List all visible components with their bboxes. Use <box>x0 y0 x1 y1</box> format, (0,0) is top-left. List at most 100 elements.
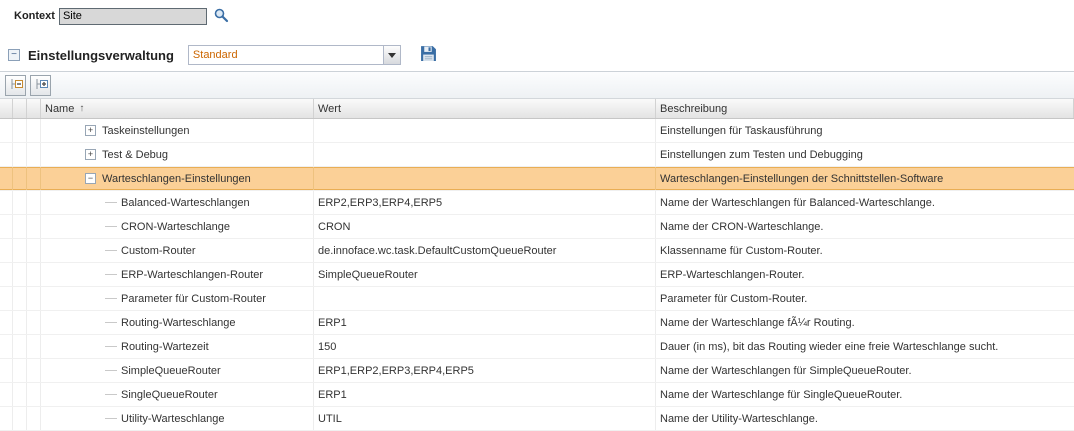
wert-cell: CRON <box>314 215 656 238</box>
row-name: SimpleQueueRouter <box>121 365 221 377</box>
preset-value: Standard <box>189 46 383 64</box>
section-bar: Einstellungsverwaltung Standard <box>8 44 439 66</box>
table-row-selected[interactable]: Warteschlangen-Einstellungen Warteschlan… <box>0 167 1074 191</box>
wert-cell: de.innoface.wc.task.DefaultCustomQueueRo… <box>314 239 656 262</box>
context-label: Kontext <box>14 10 55 22</box>
table-row[interactable]: SingleQueueRouter ERP1 Name der Wartesch… <box>0 383 1074 407</box>
wert-cell: SimpleQueueRouter <box>314 263 656 286</box>
beschreibung-cell: Klassenname für Custom-Router. <box>656 239 1074 262</box>
settings-page: Kontext Einstellungsverwaltung Standard <box>0 0 1074 431</box>
name-cell: Routing-Wartezeit <box>41 335 314 358</box>
beschreibung-cell: ERP-Warteschlangen-Router. <box>656 263 1074 286</box>
tree-elbow <box>105 370 117 371</box>
context-bar: Kontext <box>14 6 231 26</box>
table-row[interactable]: ERP-Warteschlangen-Router SimpleQueueRou… <box>0 263 1074 287</box>
row-name: Custom-Router <box>121 245 196 257</box>
name-cell: SimpleQueueRouter <box>41 359 314 382</box>
wert-cell <box>314 119 656 142</box>
row-name: Routing-Warteschlange <box>121 317 236 329</box>
column-header-name[interactable]: Name <box>41 99 314 118</box>
beschreibung-cell: Dauer (in ms), bit das Routing wieder ei… <box>656 335 1074 358</box>
sort-ascending-icon <box>79 103 84 114</box>
beschreibung-cell: Warteschlangen-Einstellungen der Schnitt… <box>656 167 1074 190</box>
table-row[interactable]: Parameter für Custom-Router Parameter fü… <box>0 287 1074 311</box>
table-row[interactable]: CRON-Warteschlange CRON Name der CRON-Wa… <box>0 215 1074 239</box>
row-name: Balanced-Warteschlangen <box>121 197 250 209</box>
table-row[interactable]: Routing-Warteschlange ERP1 Name der Wart… <box>0 311 1074 335</box>
row-name: ERP-Warteschlangen-Router <box>121 269 263 281</box>
beschreibung-cell: Name der Warteschlange für SingleQueueRo… <box>656 383 1074 406</box>
expand-all-button[interactable] <box>30 75 51 96</box>
expand-icon[interactable] <box>85 125 96 136</box>
wert-cell: UTIL <box>314 407 656 430</box>
combo-dropdown-trigger[interactable] <box>383 46 400 64</box>
table-row[interactable]: Custom-Router de.innoface.wc.task.Defaul… <box>0 239 1074 263</box>
name-cell: Routing-Warteschlange <box>41 311 314 334</box>
wert-cell: ERP1,ERP2,ERP3,ERP4,ERP5 <box>314 359 656 382</box>
name-cell: SingleQueueRouter <box>41 383 314 406</box>
grid-toolbar <box>0 72 1074 99</box>
beschreibung-cell: Name der Utility-Warteschlange. <box>656 407 1074 430</box>
expand-all-icon <box>34 77 48 94</box>
beschreibung-cell: Name der Warteschlange fÃ¼r Routing. <box>656 311 1074 334</box>
name-cell: Utility-Warteschlange <box>41 407 314 430</box>
row-name: Utility-Warteschlange <box>121 413 225 425</box>
column-header-wert[interactable]: Wert <box>314 99 656 118</box>
wert-cell: ERP1 <box>314 383 656 406</box>
collapse-panel-icon[interactable] <box>8 49 20 61</box>
name-cell: ERP-Warteschlangen-Router <box>41 263 314 286</box>
expand-icon[interactable] <box>85 149 96 160</box>
name-cell: CRON-Warteschlange <box>41 215 314 238</box>
save-button[interactable] <box>418 45 439 66</box>
table-row[interactable]: SimpleQueueRouter ERP1,ERP2,ERP3,ERP4,ER… <box>0 359 1074 383</box>
tree-elbow <box>105 418 117 419</box>
settings-grid: Name Wert Beschreibung Taskeinstellungen <box>0 99 1074 431</box>
gutter-header <box>27 99 41 118</box>
wert-cell <box>314 167 656 190</box>
tree-elbow <box>105 322 117 323</box>
name-cell: Warteschlangen-Einstellungen <box>41 167 314 190</box>
tree-elbow <box>105 394 117 395</box>
context-input[interactable] <box>59 8 207 25</box>
gutter-header <box>0 99 13 118</box>
chevron-down-icon <box>388 53 396 58</box>
gutter-header <box>13 99 27 118</box>
table-row[interactable]: Utility-Warteschlange UTIL Name der Util… <box>0 407 1074 431</box>
row-name: CRON-Warteschlange <box>121 221 230 233</box>
tree-elbow <box>105 298 117 299</box>
row-name: Test & Debug <box>102 149 168 161</box>
tree-elbow <box>105 226 117 227</box>
beschreibung-cell: Name der Warteschlangen für Balanced-War… <box>656 191 1074 214</box>
wert-cell: ERP1 <box>314 311 656 334</box>
beschreibung-cell: Name der CRON-Warteschlange. <box>656 215 1074 238</box>
row-name: Taskeinstellungen <box>102 125 189 137</box>
wert-cell: 150 <box>314 335 656 358</box>
preset-combobox[interactable]: Standard <box>188 45 401 65</box>
search-icon <box>213 7 229 26</box>
row-name: Routing-Wartezeit <box>121 341 209 353</box>
beschreibung-cell: Name der Warteschlangen für SimpleQueueR… <box>656 359 1074 382</box>
row-name: SingleQueueRouter <box>121 389 218 401</box>
table-row[interactable]: Test & Debug Einstellungen zum Testen un… <box>0 143 1074 167</box>
wert-cell <box>314 143 656 166</box>
beschreibung-cell: Parameter für Custom-Router. <box>656 287 1074 310</box>
table-row[interactable]: Taskeinstellungen Einstellungen für Task… <box>0 119 1074 143</box>
column-header-beschreibung[interactable]: Beschreibung <box>656 99 1074 118</box>
name-cell: Test & Debug <box>41 143 314 166</box>
row-name: Parameter für Custom-Router <box>121 293 266 305</box>
tree-elbow <box>105 274 117 275</box>
collapse-all-button[interactable] <box>5 75 26 96</box>
grid-header: Name Wert Beschreibung <box>0 99 1074 119</box>
name-cell: Custom-Router <box>41 239 314 262</box>
wert-cell: ERP2,ERP3,ERP4,ERP5 <box>314 191 656 214</box>
search-button[interactable] <box>211 6 231 26</box>
tree-elbow <box>105 202 117 203</box>
tree-elbow <box>105 250 117 251</box>
settings-grid-panel: Name Wert Beschreibung Taskeinstellungen <box>0 71 1074 431</box>
table-row[interactable]: Balanced-Warteschlangen ERP2,ERP3,ERP4,E… <box>0 191 1074 215</box>
name-cell: Balanced-Warteschlangen <box>41 191 314 214</box>
wert-cell <box>314 287 656 310</box>
grid-body: Taskeinstellungen Einstellungen für Task… <box>0 119 1074 431</box>
table-row[interactable]: Routing-Wartezeit 150 Dauer (in ms), bit… <box>0 335 1074 359</box>
collapse-icon[interactable] <box>85 173 96 184</box>
